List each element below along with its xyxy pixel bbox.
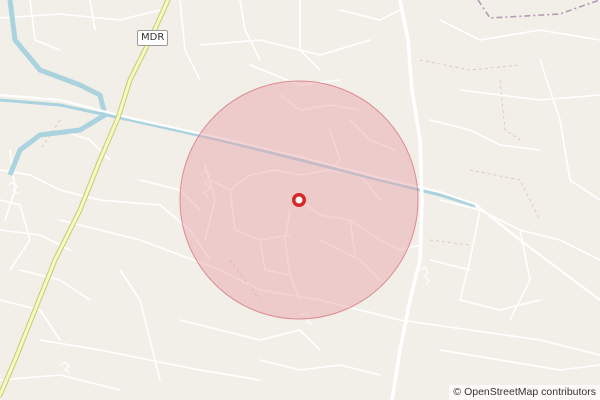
location-marker-center — [295, 196, 303, 204]
map-canvas[interactable] — [0, 0, 600, 400]
map-view[interactable]: MDR © OpenStreetMap contributors — [0, 0, 600, 400]
copyright-symbol: © — [453, 386, 462, 398]
road-ref-label: MDR — [137, 30, 169, 46]
osm-link[interactable]: OpenStreetMap — [464, 386, 538, 398]
map-attribution: © OpenStreetMap contributors — [449, 385, 600, 400]
attribution-suffix: contributors — [541, 386, 596, 398]
